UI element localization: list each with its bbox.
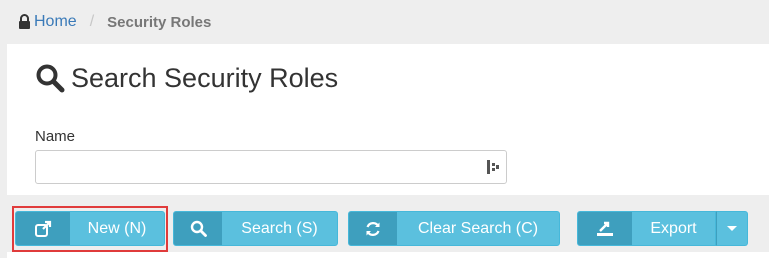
export-icon bbox=[578, 212, 632, 245]
field-options-icon[interactable] bbox=[486, 159, 500, 175]
search-icon bbox=[174, 212, 222, 245]
breadcrumb-separator: / bbox=[89, 13, 95, 30]
page-title: Search Security Roles bbox=[35, 60, 338, 96]
breadcrumb: Home / Security Roles bbox=[18, 11, 211, 33]
export-button-label: Export bbox=[650, 219, 697, 237]
lock-icon bbox=[19, 14, 30, 29]
search-icon bbox=[36, 64, 65, 93]
breadcrumb-home-link[interactable]: Home bbox=[34, 13, 77, 31]
caret-down-icon bbox=[727, 226, 737, 231]
search-button[interactable]: Search (S) bbox=[173, 211, 338, 246]
search-button-label: Search (S) bbox=[241, 219, 318, 237]
new-button[interactable]: New (N) bbox=[15, 211, 165, 246]
results-panel-top bbox=[7, 252, 769, 258]
search-panel: Search Security Roles Name bbox=[7, 44, 769, 195]
clear-search-button[interactable]: Clear Search (C) bbox=[348, 211, 560, 246]
refresh-icon bbox=[349, 212, 397, 245]
clear-search-button-label: Clear Search (C) bbox=[417, 219, 539, 237]
export-button[interactable]: Export bbox=[577, 211, 716, 246]
breadcrumb-current: Security Roles bbox=[107, 13, 212, 31]
page-title-text: Search Security Roles bbox=[71, 62, 339, 93]
name-field-label: Name bbox=[35, 128, 76, 145]
export-dropdown-toggle[interactable] bbox=[716, 211, 748, 246]
new-button-label: New (N) bbox=[87, 219, 147, 237]
name-field-wrapper bbox=[35, 150, 507, 184]
external-link-icon bbox=[16, 212, 70, 245]
name-input[interactable] bbox=[36, 151, 506, 183]
